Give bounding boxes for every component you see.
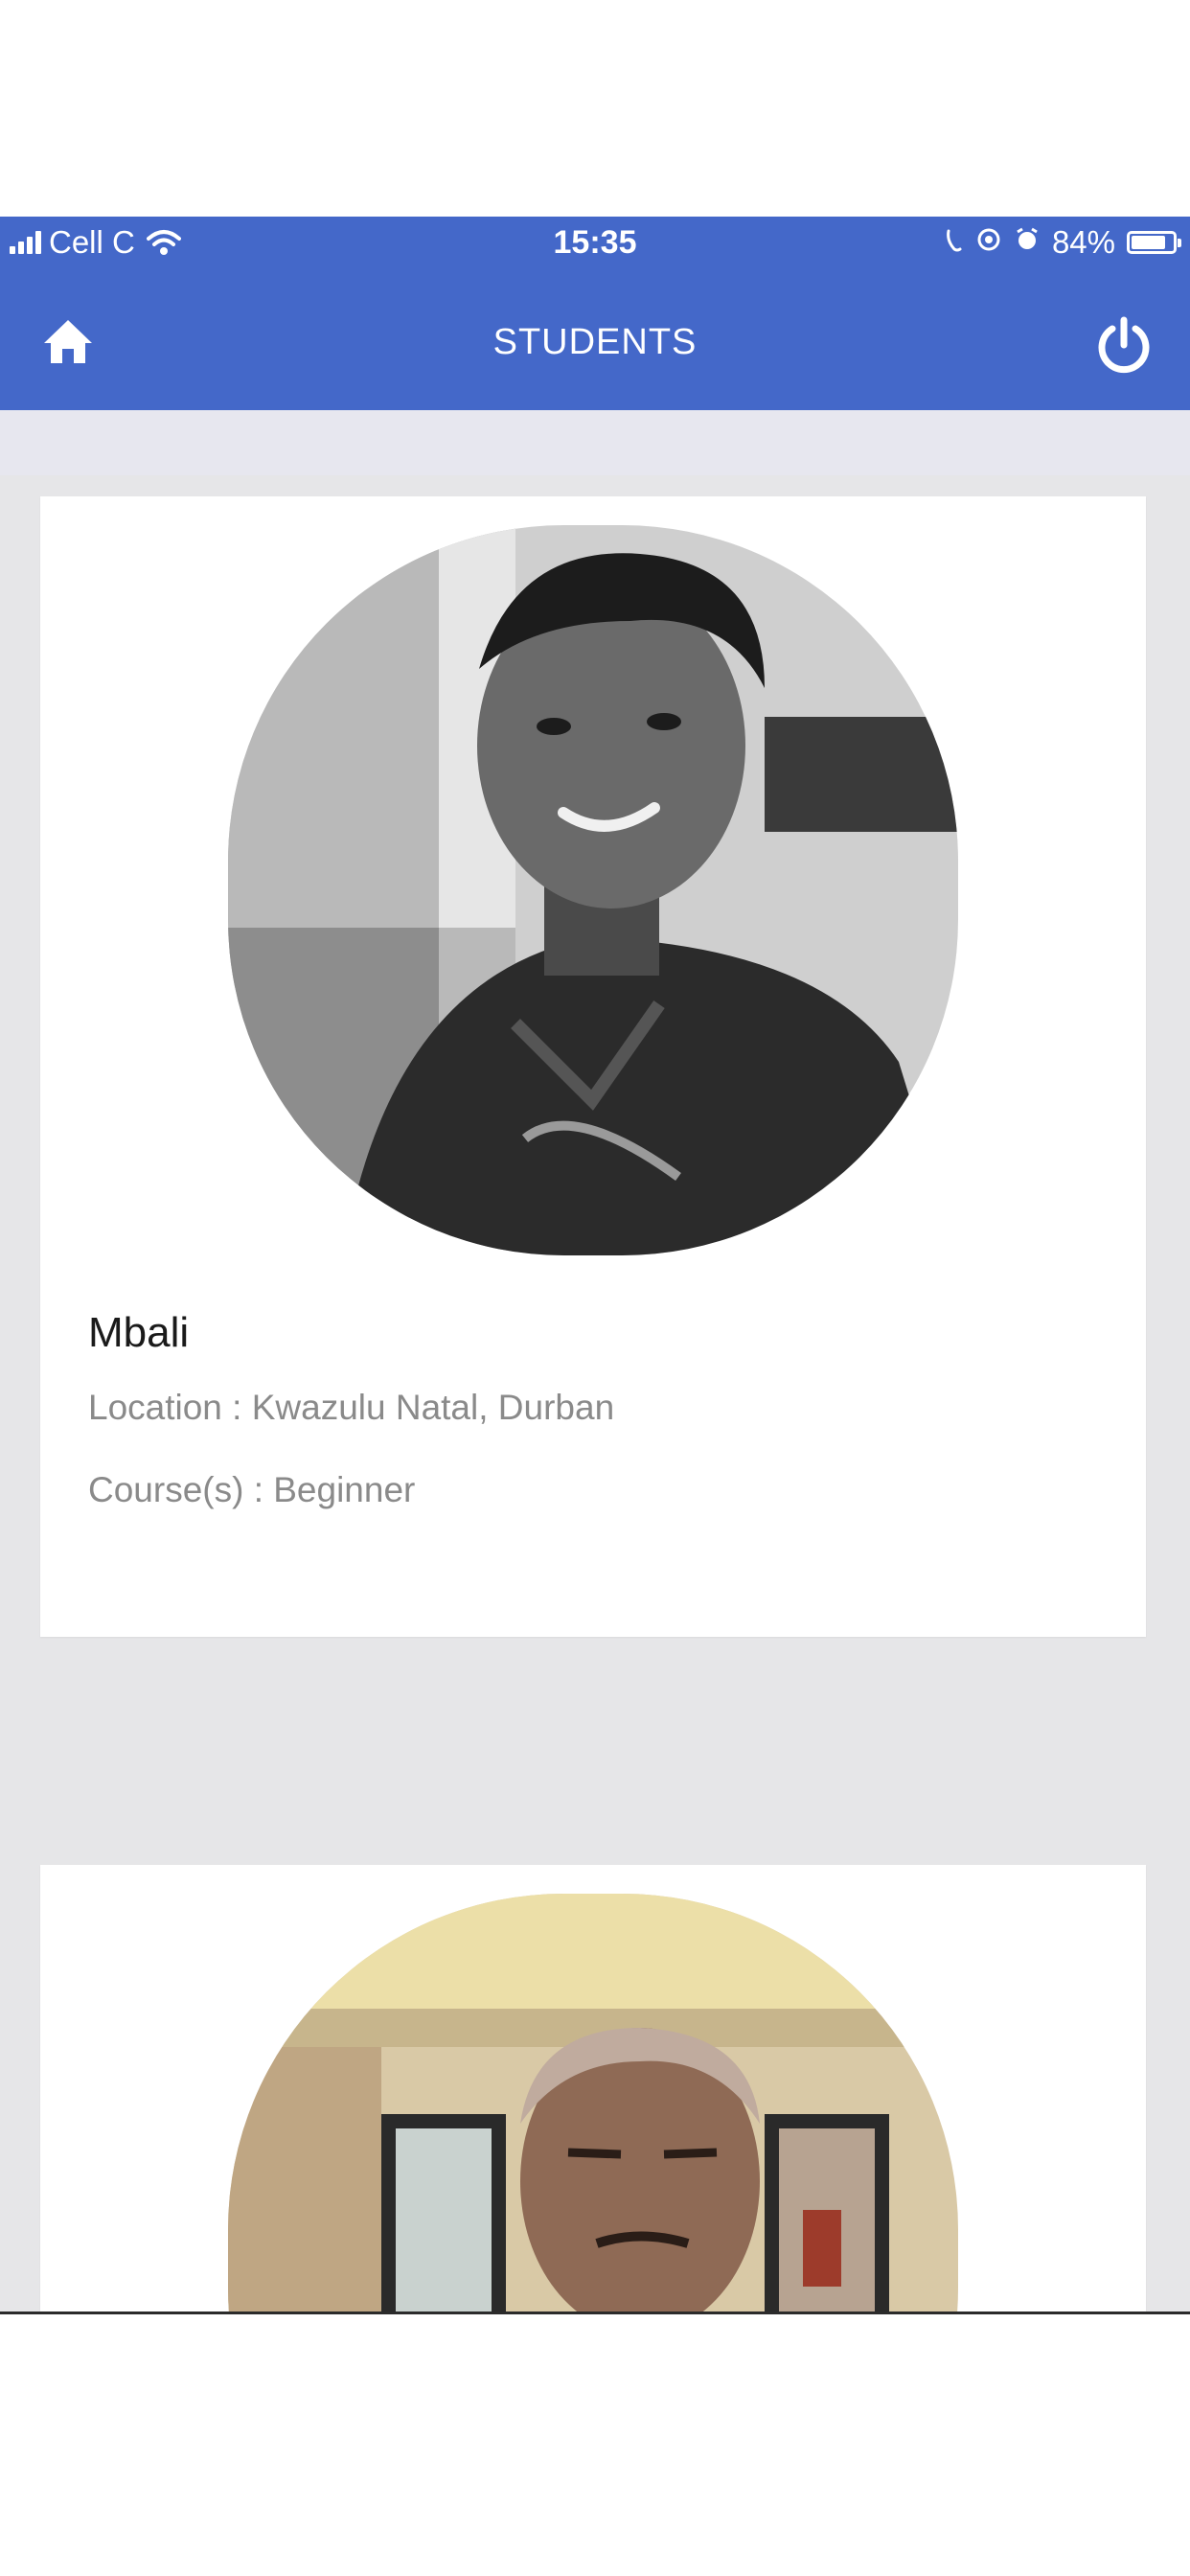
nav-bar: STUDENTS — [0, 274, 1190, 410]
bottom-blank-area — [0, 2312, 1190, 2576]
student-courses: Course(s) : Beginner — [88, 1470, 416, 1509]
student-card[interactable] — [40, 1865, 1146, 2312]
app-header: Cell C 15:35 84% STUDENTS — [0, 217, 1190, 410]
page-title: STUDENTS — [492, 322, 698, 362]
student-photo — [228, 1894, 958, 2312]
status-bar: Cell C 15:35 84% — [0, 217, 1190, 274]
student-location: Location : Kwazulu Natal, Durban — [88, 1388, 615, 1427]
power-icon — [1098, 316, 1150, 374]
student-name: Mbali — [88, 1309, 190, 1356]
phone-icon — [945, 224, 964, 261]
battery-icon — [1127, 231, 1181, 254]
battery-level — [1132, 236, 1166, 249]
battery-percent: 84% — [1051, 224, 1115, 260]
location-lock-icon — [975, 224, 1002, 261]
subheader-strip — [0, 410, 1190, 475]
student-card[interactable]: Mbali Location : Kwazulu Natal, Durban C… — [40, 496, 1146, 1637]
status-right: 84% — [945, 224, 1181, 261]
student-photo — [228, 525, 958, 1255]
logout-button[interactable] — [1090, 312, 1157, 380]
top-blank-area — [0, 0, 1190, 217]
app-screen: Cell C 15:35 84% STUDENTS Mbali Location… — [0, 217, 1190, 2312]
alarm-icon — [1014, 224, 1041, 261]
